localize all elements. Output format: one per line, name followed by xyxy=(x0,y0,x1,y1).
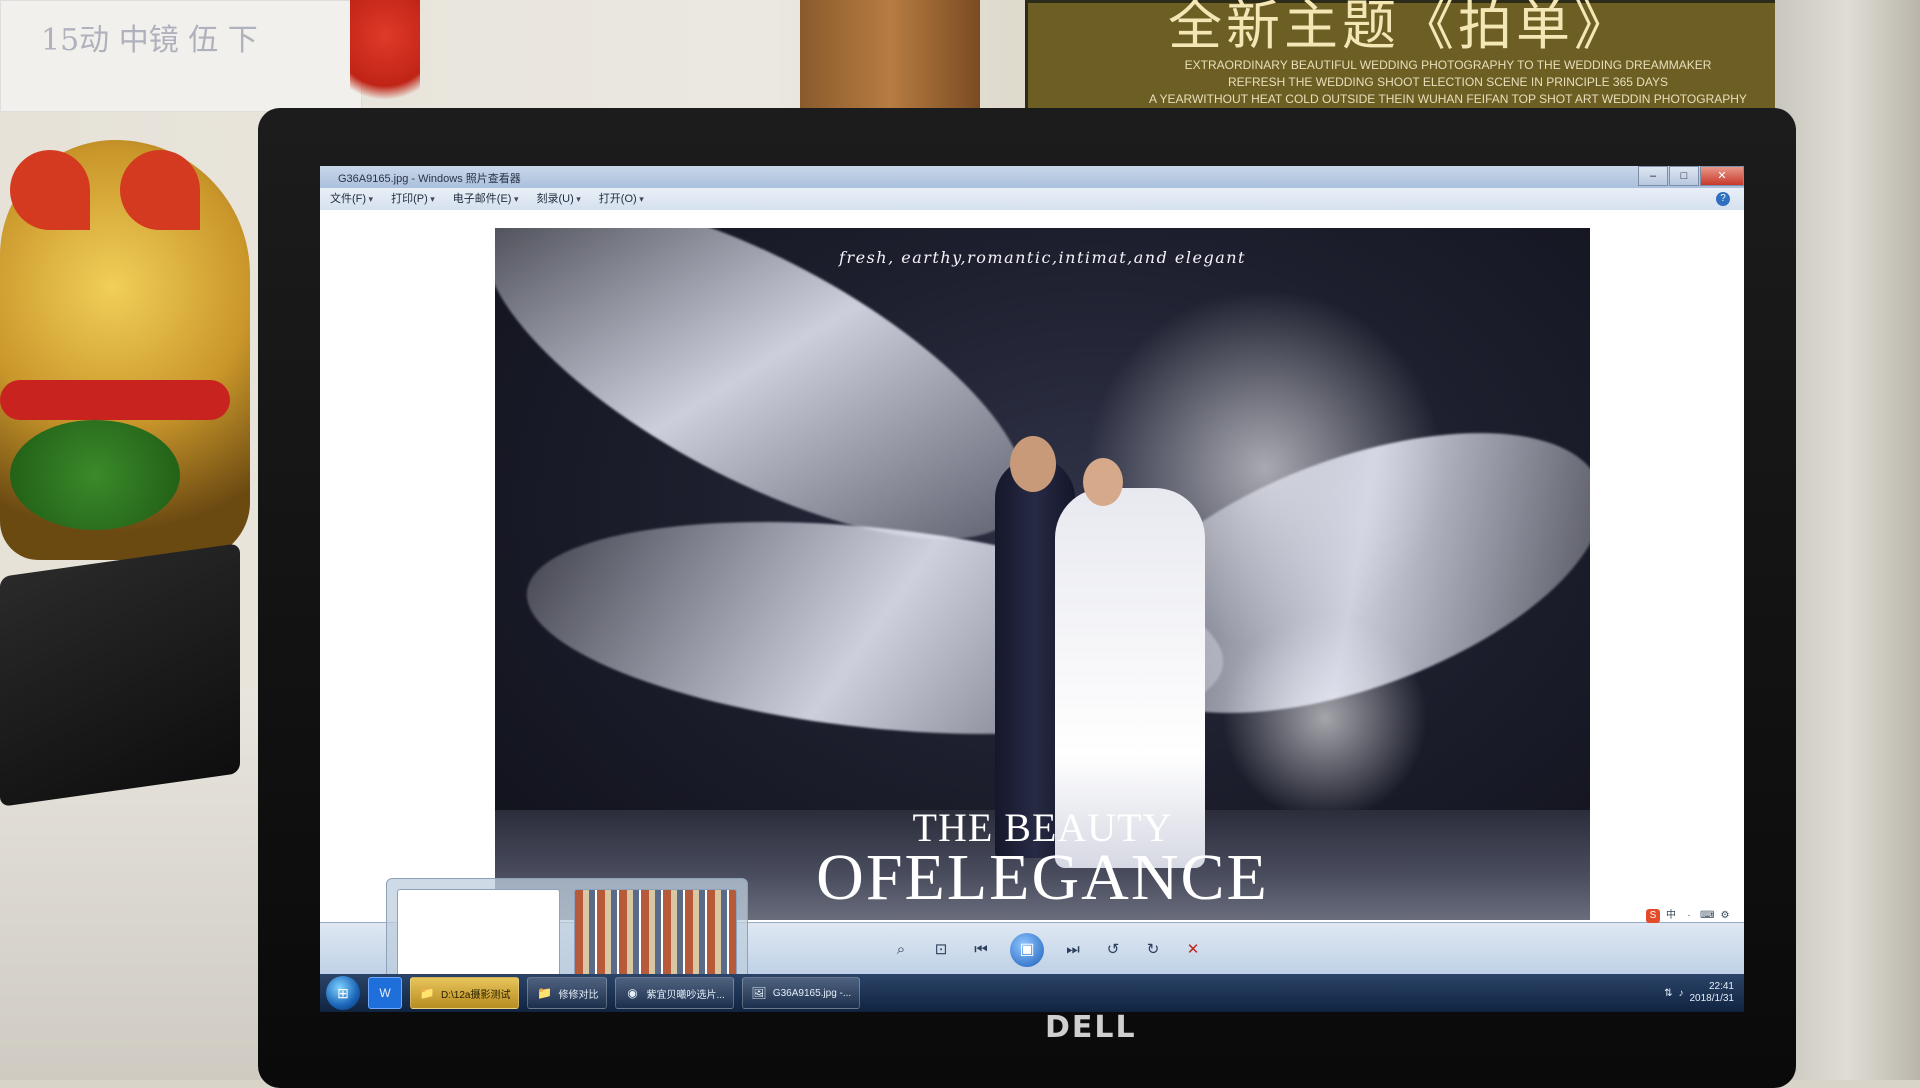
help-icon[interactable]: ? xyxy=(1716,192,1730,206)
taskbar-app-w[interactable]: W xyxy=(368,977,402,1009)
desk-phone xyxy=(0,543,240,807)
taskbar-item-label: D:\12a摄影测试 xyxy=(441,989,511,1001)
taskbar-item[interactable]: 🖼 G36A9165.jpg -... xyxy=(741,977,861,1009)
ime-toolbar: S 中 · ⌨ ⚙ xyxy=(1646,909,1732,923)
image-icon: 🖼 xyxy=(751,986,767,1000)
menu-file[interactable]: 文件(F) xyxy=(330,188,373,210)
minimize-button[interactable]: – xyxy=(1638,166,1668,186)
note-scrawl: 15动 中镜 伍 下 xyxy=(41,23,258,58)
start-button[interactable]: ⊞ xyxy=(326,976,360,1010)
taskbar-item-label: 紫宜贝曦吵选片... xyxy=(646,989,725,1001)
poster-line: REFRESH THE WEDDING SHOOT ELECTION SCENE… xyxy=(1227,75,1669,89)
menu-burn[interactable]: 刻录(U) xyxy=(536,188,580,210)
clock-date: 2018/1/31 xyxy=(1689,993,1735,1004)
thumbnail-window[interactable] xyxy=(574,889,737,977)
taskbar-item-label: G36A9165.jpg -... xyxy=(772,987,852,999)
photo-tagline: fresh, earthy,romantic,intimat,and elega… xyxy=(839,248,1246,267)
taskbar-item-label: 修修对比 xyxy=(558,989,599,1001)
slideshow-icon[interactable]: ▣ xyxy=(1010,933,1044,967)
viewer-controls: ⌕ ⊡ ⏮ ▣ ⏭ ↺ ↻ ✕ xyxy=(890,933,1204,967)
menu-bar: 文件(F) 打印(P) 电子邮件(E) 刻录(U) 打开(O) xyxy=(320,188,1744,210)
wps-icon: W xyxy=(379,986,391,1000)
red-decoration xyxy=(350,0,420,120)
window-titlebar[interactable]: G36A9165.jpg - Windows 照片查看器 – □ ✕ xyxy=(320,166,1744,188)
ime-keyboard-icon[interactable]: ⌨ xyxy=(1700,909,1714,923)
taskbar: ⊞ W 📁 D:\12a摄影测试 📁 修修对比 ◉ 紫宜贝曦吵选片... 🖼 G… xyxy=(320,974,1744,1012)
poster-line: A YEARWITHOUT HEAT COLD OUTSIDE THEIN WU… xyxy=(1149,92,1747,106)
window-controls: – □ ✕ xyxy=(1637,166,1744,186)
taskbar-thumbnail-preview xyxy=(386,878,748,988)
fit-window-icon[interactable]: ⊡ xyxy=(930,939,952,961)
system-tray: ⇅ ♪ 22:41 2018/1/31 xyxy=(1664,981,1734,1005)
ime-icon[interactable]: S xyxy=(1646,909,1660,923)
delete-icon[interactable]: ✕ xyxy=(1182,939,1204,961)
ime-settings-icon[interactable]: ⚙ xyxy=(1718,909,1732,923)
folder-icon: 📁 xyxy=(536,986,552,1000)
previous-icon[interactable]: ⏮ xyxy=(970,939,992,961)
side-panel xyxy=(1775,0,1920,1080)
ime-mode-icon[interactable]: 中 xyxy=(1664,909,1678,923)
taskbar-item[interactable]: ◉ 紫宜贝曦吵选片... xyxy=(615,977,734,1009)
menu-open[interactable]: 打开(O) xyxy=(599,188,644,210)
rotate-right-icon[interactable]: ↻ xyxy=(1142,939,1164,961)
thumbnail-window[interactable] xyxy=(397,889,560,977)
bride-head xyxy=(1083,458,1123,506)
close-button[interactable]: ✕ xyxy=(1700,166,1744,186)
window-title: G36A9165.jpg - Windows 照片查看器 xyxy=(338,173,521,185)
zoom-icon[interactable]: ⌕ xyxy=(890,939,912,961)
rotate-left-icon[interactable]: ↺ xyxy=(1102,939,1124,961)
dell-logo: DELL xyxy=(1045,1010,1137,1045)
next-icon[interactable]: ⏭ xyxy=(1062,939,1084,961)
monitor-screen: G36A9165.jpg - Windows 照片查看器 – □ ✕ 文件(F)… xyxy=(320,166,1744,1012)
clock[interactable]: 22:41 2018/1/31 xyxy=(1690,981,1735,1005)
taskbar-item[interactable]: 📁 修修对比 xyxy=(527,977,608,1009)
wall-note: 15动 中镜 伍 下 xyxy=(0,0,362,112)
menu-print[interactable]: 打印(P) xyxy=(391,188,435,210)
folder-icon: 📁 xyxy=(419,986,435,1000)
volume-icon[interactable]: ♪ xyxy=(1679,988,1684,999)
poster-title: 全新主题《拍单》 xyxy=(1168,0,1632,57)
clock-time: 22:41 xyxy=(1708,981,1734,992)
wedding-photo[interactable]: fresh, earthy,romantic,intimat,and elega… xyxy=(495,228,1590,920)
lucky-cat-ear xyxy=(10,150,90,230)
groom-head xyxy=(1010,436,1056,492)
lucky-cat-chest xyxy=(10,420,180,530)
lucky-cat-ear xyxy=(120,150,200,230)
maximize-button[interactable]: □ xyxy=(1669,166,1699,186)
ime-punct-icon[interactable]: · xyxy=(1682,909,1696,923)
taskbar-item[interactable]: 📁 D:\12a摄影测试 xyxy=(410,977,520,1009)
menu-email[interactable]: 电子邮件(E) xyxy=(453,188,519,210)
network-icon[interactable]: ⇅ xyxy=(1664,988,1672,999)
poster-line: EXTRAORDINARY BEAUTIFUL WEDDING PHOTOGRA… xyxy=(1184,58,1712,72)
lucky-cat-collar xyxy=(0,380,230,420)
poster-lines: EXTRAORDINARY BEAUTIFUL WEDDING PHOTOGRA… xyxy=(1138,57,1758,108)
avatar-icon: ◉ xyxy=(627,986,638,1000)
